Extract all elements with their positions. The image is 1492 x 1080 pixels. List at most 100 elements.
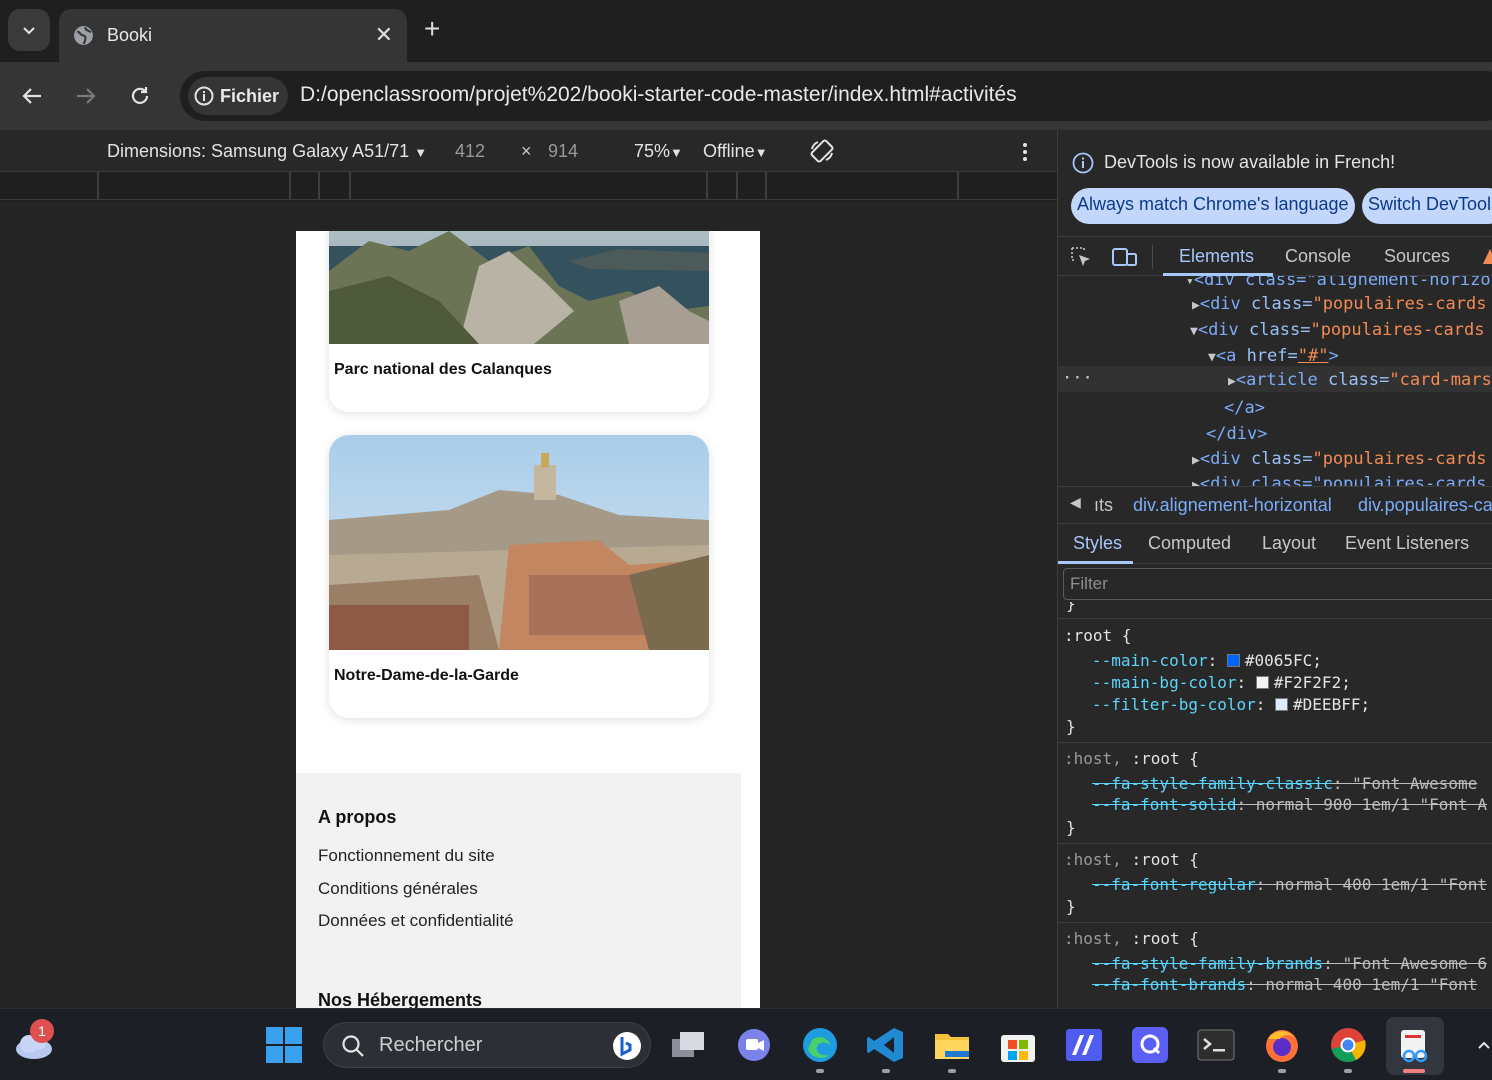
ruler-tick [349, 172, 351, 199]
chrome-icon[interactable] [1328, 1025, 1368, 1065]
app-icon[interactable] [1130, 1025, 1170, 1065]
rotate-icon[interactable] [808, 137, 836, 165]
running-indicator [1344, 1069, 1352, 1073]
width-input[interactable]: 412 [455, 141, 485, 162]
style-declaration[interactable]: --filter-bg-color: #DEEBFF; [1092, 695, 1370, 714]
chip-label: Fichier [220, 85, 280, 106]
chevron-up-icon[interactable] [1476, 1037, 1492, 1053]
ruler-tick [97, 172, 99, 199]
bing-icon[interactable] [612, 1031, 642, 1061]
rule-selector[interactable]: :root { [1064, 626, 1131, 645]
tab-divider [1152, 245, 1153, 269]
dom-node[interactable]: ▼<div class="populaires-cards [1190, 320, 1484, 340]
more-options-icon[interactable]: ··· [1062, 368, 1093, 388]
style-declaration[interactable]: --main-bg-color: #F2F2F2; [1092, 673, 1351, 692]
zoom-select[interactable]: 75%▼ [634, 141, 683, 162]
warning-icon[interactable] [1482, 248, 1492, 266]
color-swatch[interactable] [1255, 676, 1269, 689]
breadcrumb-item[interactable]: ıts [1094, 495, 1113, 516]
taskbar-search[interactable]: Rechercher [323, 1022, 651, 1068]
activity-card[interactable]: Parc national des Calanques [329, 231, 709, 412]
dom-tree[interactable]: ▾<div class="alignement-horizont ▶<div c… [1058, 276, 1492, 486]
firefox-icon[interactable] [1262, 1025, 1302, 1065]
styles-pane[interactable]: } :root { --main-color: #0065FC; --main-… [1058, 602, 1492, 1008]
dom-node[interactable]: ▶<div class="populaires-cards [1192, 294, 1486, 314]
tab-event-listeners[interactable]: Event Listeners [1345, 533, 1469, 554]
terminal-icon[interactable] [1196, 1025, 1236, 1065]
style-declaration[interactable]: --fa-style-family-brands: "Font Awesome … [1092, 954, 1487, 973]
color-swatch[interactable] [1275, 698, 1289, 711]
task-view-icon[interactable] [668, 1025, 708, 1065]
chevron-down-icon [23, 27, 35, 35]
tab-styles[interactable]: Styles [1073, 533, 1122, 554]
breadcrumb-item[interactable]: div.alignement-horizontal [1133, 495, 1332, 516]
rule-divider [1058, 742, 1492, 743]
dom-node[interactable]: </a> [1224, 398, 1265, 418]
store-icon[interactable] [998, 1025, 1038, 1065]
scroll-left-icon[interactable]: ◀ [1070, 495, 1081, 511]
app-icon[interactable] [1064, 1025, 1104, 1065]
teams-icon[interactable] [734, 1025, 774, 1065]
tab-layout[interactable]: Layout [1262, 533, 1316, 554]
search-icon [342, 1035, 364, 1057]
forward-button[interactable] [66, 76, 106, 116]
dom-node[interactable]: ▼<a href="#"> [1208, 346, 1339, 366]
footer-link[interactable]: Données et confidentialité [318, 911, 514, 931]
rule-selector[interactable]: :host, :root { [1064, 850, 1199, 869]
style-declaration[interactable]: --fa-font-brands: normal 400 1em/1 "Font [1092, 975, 1477, 994]
reload-button[interactable] [120, 76, 160, 116]
rule-divider [1058, 843, 1492, 844]
styles-subtabs: Styles Computed Layout Event Listeners [1058, 524, 1492, 564]
info-icon [194, 86, 214, 106]
back-button[interactable] [12, 76, 52, 116]
style-declaration[interactable]: --fa-font-regular: normal 400 1em/1 "Fon… [1092, 875, 1487, 894]
switch-devtools-button[interactable]: Switch DevTools [1362, 188, 1492, 224]
new-tab-button[interactable]: + [424, 13, 440, 45]
activity-card[interactable]: Notre-Dame-de-la-Garde [329, 435, 709, 718]
address-bar[interactable]: Fichier D:/openclassroom/projet%202/book… [180, 71, 1492, 121]
dom-node[interactable]: ▶<div class="populaires-cards [1192, 449, 1486, 469]
site-info-chip[interactable]: Fichier [188, 77, 288, 115]
rule-selector[interactable]: :host, :root { [1064, 929, 1199, 948]
tab-computed[interactable]: Computed [1148, 533, 1231, 554]
browser-tab[interactable]: Booki ✕ [59, 9, 407, 62]
tab-sources[interactable]: Sources [1384, 246, 1450, 267]
styles-filter-input[interactable]: Filter [1063, 568, 1492, 600]
footer-link[interactable]: Conditions générales [318, 879, 478, 899]
dom-node[interactable]: ▶<div class="populaires-cards [1192, 474, 1486, 486]
vscode-icon[interactable] [866, 1025, 906, 1065]
tab-console[interactable]: Console [1285, 246, 1351, 267]
tab-search-button[interactable] [8, 9, 50, 51]
edge-icon[interactable] [800, 1025, 840, 1065]
close-tab-icon[interactable]: ✕ [375, 22, 393, 48]
style-declaration[interactable]: --fa-style-family-classic: "Font Awesome [1092, 774, 1477, 793]
snipping-tool-icon[interactable] [1386, 1017, 1444, 1075]
footer-link[interactable]: Fonctionnement du site [318, 846, 495, 866]
more-options-icon[interactable] [1018, 141, 1032, 163]
page-content[interactable]: Parc national des Calanques Notre-Dame-d… [296, 231, 760, 1008]
dom-node[interactable]: </div> [1206, 424, 1267, 444]
rule-brace: } [1066, 897, 1076, 916]
match-language-button[interactable]: Always match Chrome's language [1071, 188, 1355, 224]
dom-node[interactable]: ▾<div class="alignement-horizont [1186, 276, 1492, 290]
windows-start-icon[interactable] [266, 1027, 302, 1063]
inspect-element-icon[interactable] [1070, 246, 1092, 268]
media-query-ruler[interactable] [0, 172, 1057, 200]
times-sign: × [521, 141, 532, 161]
style-declaration[interactable]: --fa-font-solid: normal 900 1em/1 "Font … [1092, 795, 1487, 814]
throttle-select[interactable]: Offline▼ [703, 141, 768, 162]
style-declaration[interactable]: --main-color: #0065FC; [1092, 651, 1322, 670]
url-text[interactable]: D:/openclassroom/projet%202/booki-starte… [300, 83, 1017, 107]
height-input[interactable]: 914 [548, 141, 578, 162]
device-dimensions-select[interactable]: Dimensions: Samsung Galaxy A51/71 ▼ [107, 141, 427, 162]
breadcrumb-item[interactable]: div.populaires-ca [1358, 495, 1492, 516]
device-toolbar-toggle-icon[interactable] [1112, 246, 1138, 268]
rule-divider [1058, 922, 1492, 923]
rule-selector[interactable]: :host, :root { [1064, 749, 1199, 768]
file-explorer-icon[interactable] [932, 1025, 972, 1065]
color-swatch[interactable] [1226, 654, 1240, 667]
tab-elements[interactable]: Elements [1179, 246, 1254, 267]
notification-badge: 1 [30, 1019, 54, 1043]
dom-node-selected[interactable]: ··· ▶<article class="card-marse [1058, 366, 1492, 392]
card-title: Notre-Dame-de-la-Garde [334, 667, 519, 684]
